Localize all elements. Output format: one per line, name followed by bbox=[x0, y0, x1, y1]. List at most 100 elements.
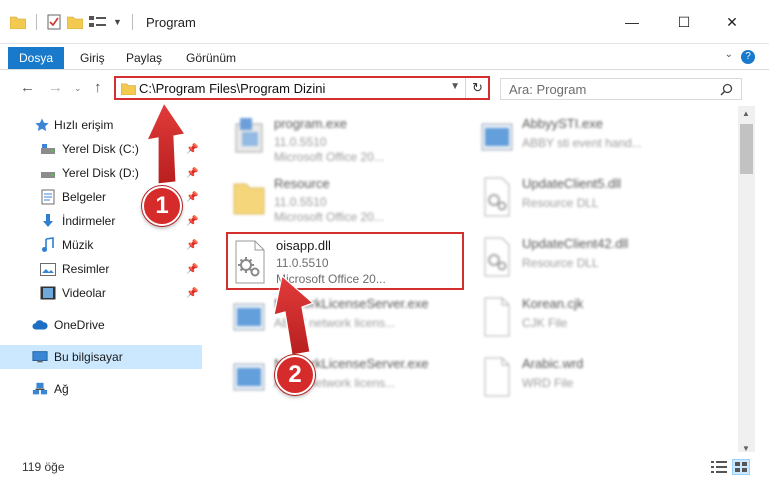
status-bar: 119 öğe bbox=[0, 452, 769, 485]
dll-file-icon bbox=[484, 177, 510, 217]
sidebar-item-label: Bu bilgisayar bbox=[54, 350, 123, 364]
new-folder-icon[interactable] bbox=[67, 15, 83, 29]
minimize-button[interactable]: — bbox=[612, 10, 652, 34]
file-name: Korean.cjk bbox=[522, 296, 584, 311]
file-version: 11.0.5510 bbox=[276, 256, 329, 270]
details-view-icon[interactable] bbox=[711, 460, 727, 474]
search-icon[interactable] bbox=[720, 83, 733, 96]
sidebar-item-label: Müzik bbox=[62, 238, 94, 252]
sidebar-item-local-disk-d[interactable]: Yerel Disk (D:) 📌 bbox=[0, 161, 202, 185]
tab-gorunum[interactable]: Görünüm bbox=[186, 47, 236, 69]
tab-giris[interactable]: Giriş bbox=[80, 47, 105, 69]
sidebar-item-network[interactable]: Ağ bbox=[0, 377, 202, 401]
file-name: UpdateClient5.dll bbox=[522, 176, 622, 191]
file-name: oisapp.dll bbox=[276, 238, 331, 253]
folder-icon[interactable] bbox=[10, 15, 26, 29]
qat-dropdown-icon[interactable]: ▼ bbox=[113, 17, 122, 27]
pin-icon[interactable]: 📌 bbox=[186, 168, 198, 179]
cloud-icon bbox=[32, 317, 48, 333]
video-icon bbox=[40, 285, 56, 301]
file-description: Resource DLL bbox=[522, 196, 599, 210]
list-item[interactable]: program.exe 11.0.5510 Microsoft Office 2… bbox=[228, 110, 468, 168]
address-dropdown-icon[interactable]: ▼ bbox=[450, 81, 460, 92]
up-button[interactable]: ↑ bbox=[94, 79, 102, 96]
item-count: 119 öğe bbox=[22, 460, 65, 474]
file-name: Arabic.wrd bbox=[522, 356, 584, 371]
scroll-up-icon[interactable]: ▲ bbox=[742, 109, 750, 118]
file-description: ABBY sti event hand... bbox=[522, 136, 642, 150]
network-icon bbox=[32, 381, 48, 397]
search-input[interactable]: Ara: Program bbox=[500, 78, 742, 100]
navigation-bar: ← → ⌄ ↑ C:\Program Files\Program Dizini … bbox=[0, 70, 769, 106]
close-button[interactable]: ✕ bbox=[712, 10, 752, 34]
sidebar-item-videos[interactable]: Videolar 📌 bbox=[0, 281, 202, 305]
list-item[interactable]: NetworkLicenseServer.exe ABBY network li… bbox=[228, 350, 468, 408]
address-path: C:\Program Files\Program Dizini bbox=[139, 81, 326, 96]
sidebar-item-label: Ağ bbox=[54, 382, 69, 396]
pin-icon[interactable]: 📌 bbox=[186, 240, 198, 251]
view-options-icon[interactable] bbox=[89, 15, 107, 29]
search-placeholder: Ara: Program bbox=[509, 82, 587, 97]
pin-icon[interactable]: 📌 bbox=[186, 216, 198, 227]
address-bar[interactable]: C:\Program Files\Program Dizini ▼ ↻ bbox=[114, 76, 490, 100]
forward-button[interactable]: → bbox=[48, 79, 63, 96]
star-icon bbox=[34, 117, 50, 133]
address-divider bbox=[465, 78, 466, 98]
vertical-scrollbar[interactable]: ▲ ▼ bbox=[738, 106, 755, 456]
file-description: ABBY network licens... bbox=[274, 316, 396, 330]
drive-icon bbox=[40, 165, 56, 181]
list-item[interactable]: NetworkLicenseServer.exe ABBY network li… bbox=[228, 290, 468, 348]
tab-paylas[interactable]: Paylaş bbox=[126, 47, 162, 69]
file-name: UpdateClient42.dll bbox=[522, 236, 629, 251]
sidebar-item-label: İndirmeler bbox=[62, 214, 116, 228]
pictures-icon bbox=[40, 261, 56, 277]
list-item[interactable]: Korean.cjk CJK File bbox=[476, 290, 716, 348]
file-version: 11.0.5510 bbox=[274, 195, 327, 209]
file-list: program.exe 11.0.5510 Microsoft Office 2… bbox=[202, 106, 738, 451]
sidebar-item-label: Yerel Disk (D:) bbox=[62, 166, 139, 180]
refresh-icon[interactable]: ↻ bbox=[472, 80, 483, 96]
pin-icon[interactable]: 📌 bbox=[186, 264, 198, 275]
sidebar-item-label: Resimler bbox=[62, 262, 110, 276]
sidebar-item-local-disk-c[interactable]: Yerel Disk (C:) 📌 bbox=[0, 137, 202, 161]
file-name: Resource bbox=[274, 176, 330, 191]
recent-locations-icon[interactable]: ⌄ bbox=[74, 83, 82, 94]
download-icon bbox=[40, 213, 56, 229]
folder-icon bbox=[121, 83, 136, 95]
maximize-button[interactable]: ☐ bbox=[664, 10, 704, 34]
sidebar-item-pictures[interactable]: Resimler 📌 bbox=[0, 257, 202, 281]
sidebar-item-this-pc[interactable]: Bu bilgisayar bbox=[0, 345, 202, 369]
quick-access-toolbar: ▼ bbox=[10, 14, 137, 30]
properties-icon[interactable] bbox=[47, 14, 61, 30]
pin-icon[interactable]: 📌 bbox=[186, 192, 198, 203]
highlighted-file-oisapp-dll[interactable]: oisapp.dll 11.0.5510 Microsoft Office 20… bbox=[226, 232, 464, 290]
list-item[interactable]: UpdateClient42.dll Resource DLL bbox=[476, 230, 716, 288]
sidebar-item-music[interactable]: Müzik 📌 bbox=[0, 233, 202, 257]
back-button[interactable]: ← bbox=[20, 79, 35, 96]
sidebar-item-quick-access[interactable]: Hızlı erişim bbox=[0, 113, 202, 137]
list-item[interactable]: Arabic.wrd WRD File bbox=[476, 350, 716, 408]
file-description: Microsoft Office 20... bbox=[276, 272, 386, 286]
scroll-thumb[interactable] bbox=[740, 124, 753, 174]
drive-icon bbox=[40, 141, 56, 157]
large-icons-view-icon[interactable] bbox=[732, 459, 750, 475]
file-description: Resource DLL bbox=[522, 256, 599, 270]
qat-separator bbox=[36, 14, 37, 30]
pin-icon[interactable]: 📌 bbox=[186, 288, 198, 299]
folder-icon bbox=[233, 183, 265, 215]
ribbon-expand-icon[interactable]: ⌄ bbox=[725, 49, 733, 60]
step-badge-1: 1 bbox=[142, 186, 182, 226]
dll-file-icon bbox=[484, 237, 510, 277]
pin-icon[interactable]: 📌 bbox=[186, 144, 198, 155]
documents-icon bbox=[40, 189, 56, 205]
tab-dosya[interactable]: Dosya bbox=[8, 47, 64, 69]
sidebar-item-onedrive[interactable]: OneDrive bbox=[0, 313, 202, 337]
list-item[interactable]: UpdateClient5.dll Resource DLL bbox=[476, 170, 716, 228]
window-title: Program bbox=[146, 15, 196, 30]
list-item[interactable]: AbbyySTI.exe ABBY sti event hand... bbox=[476, 110, 716, 168]
file-description: CJK File bbox=[522, 316, 568, 330]
help-button[interactable]: ? bbox=[741, 50, 755, 64]
list-item[interactable]: Resource 11.0.5510 Microsoft Office 20..… bbox=[228, 170, 468, 228]
computer-icon bbox=[32, 349, 48, 365]
navigation-pane: Hızlı erişim Yerel Disk (C:) 📌 Yerel Dis… bbox=[0, 106, 202, 451]
